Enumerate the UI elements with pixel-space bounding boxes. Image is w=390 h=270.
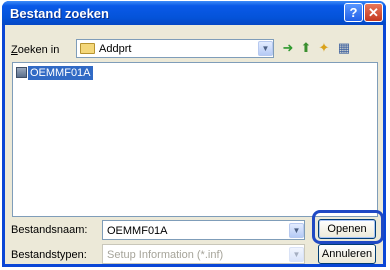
filetype-label: Bestandstypen: bbox=[11, 249, 87, 261]
new-folder-icon[interactable]: ✦ bbox=[316, 40, 332, 56]
title-bar[interactable]: Bestand zoeken ? ✕ bbox=[2, 1, 386, 25]
file-list[interactable]: OEMMF01A bbox=[12, 62, 378, 217]
up-folder-icon[interactable]: ⬆ bbox=[298, 40, 314, 56]
dialog-window: Bestand zoeken ? ✕ Zoeken in Addprt ▼ ➜ … bbox=[2, 1, 386, 267]
help-button[interactable]: ? bbox=[344, 3, 363, 22]
close-button[interactable]: ✕ bbox=[364, 3, 383, 22]
setup-file-icon bbox=[16, 67, 27, 78]
filename-label: Bestandsnaam: bbox=[11, 224, 88, 236]
filename-input[interactable]: OEMMF01A ▼ bbox=[102, 220, 305, 240]
chevron-down-icon: ▼ bbox=[289, 247, 304, 262]
chevron-down-icon[interactable]: ▼ bbox=[289, 223, 304, 238]
look-in-label: Zoeken in bbox=[11, 44, 60, 56]
filetype-dropdown: Setup Information (*.inf) ▼ bbox=[102, 244, 305, 264]
chevron-down-icon[interactable]: ▼ bbox=[258, 41, 273, 56]
folder-icon bbox=[80, 43, 95, 54]
highlight-ring bbox=[312, 210, 384, 244]
look-in-value: Addprt bbox=[99, 43, 132, 55]
look-in-dropdown[interactable]: Addprt ▼ bbox=[76, 39, 274, 58]
file-name: OEMMF01A bbox=[28, 66, 93, 80]
filetype-value: Setup Information (*.inf) bbox=[107, 249, 224, 261]
cancel-button[interactable]: Annuleren bbox=[318, 244, 376, 264]
look-in-label-rest: oeken in bbox=[17, 44, 60, 56]
back-icon[interactable]: ➜ bbox=[280, 40, 296, 56]
window-title: Bestand zoeken bbox=[10, 6, 109, 21]
dialog-body: Zoeken in Addprt ▼ ➜ ⬆ ✦ ▦ OEMMF01A Best… bbox=[5, 25, 384, 264]
filename-value: OEMMF01A bbox=[107, 225, 168, 237]
view-menu-icon[interactable]: ▦ bbox=[336, 40, 352, 56]
